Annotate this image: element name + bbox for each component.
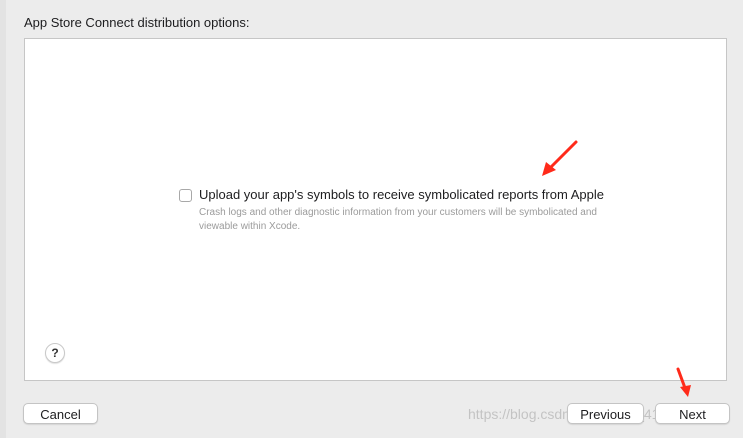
page-title: App Store Connect distribution options: bbox=[24, 15, 250, 30]
distribution-options-dialog: App Store Connect distribution options: … bbox=[0, 0, 743, 438]
help-button[interactable]: ? bbox=[45, 343, 65, 363]
upload-symbols-description: Crash logs and other diagnostic informat… bbox=[199, 207, 597, 232]
cancel-button[interactable]: Cancel bbox=[23, 403, 98, 424]
sidebar-edge bbox=[0, 0, 6, 438]
upload-symbols-checkbox[interactable] bbox=[179, 189, 192, 202]
previous-button[interactable]: Previous bbox=[567, 403, 644, 424]
upload-symbols-label[interactable]: Upload your app's symbols to receive sym… bbox=[199, 187, 604, 202]
question-mark-icon: ? bbox=[51, 346, 59, 360]
next-button[interactable]: Next bbox=[655, 403, 730, 424]
options-panel: Upload your app's symbols to receive sym… bbox=[24, 38, 727, 381]
